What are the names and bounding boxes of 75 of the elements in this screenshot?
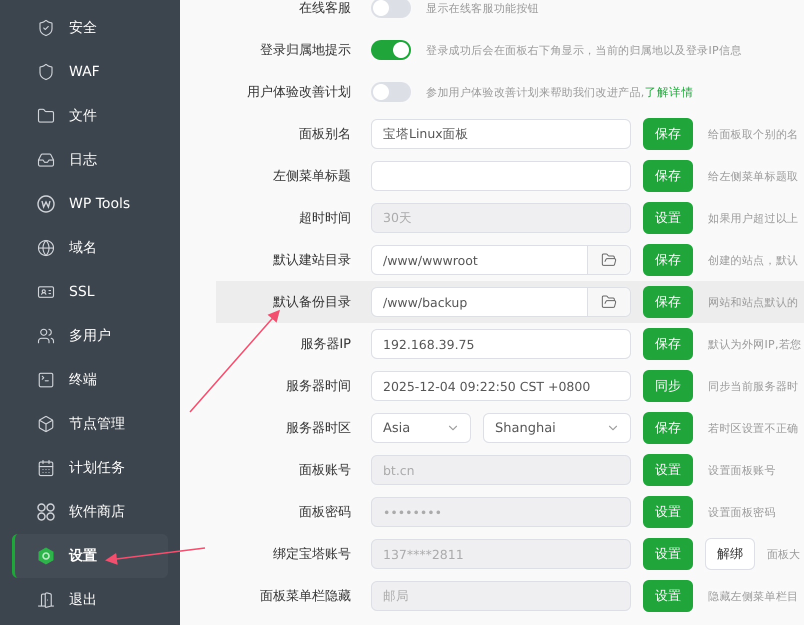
globe-icon — [37, 239, 55, 257]
setting-label: 左侧菜单标题 — [272, 168, 351, 185]
sidebar-item[interactable]: 设置 — [12, 534, 168, 578]
text-field[interactable]: 192.168.39.75 — [371, 329, 631, 359]
calendar-icon — [37, 459, 55, 477]
path-text: /www/wwwroot — [382, 252, 479, 270]
terminal-icon — [37, 371, 55, 389]
text-field[interactable] — [371, 161, 631, 191]
setting-label: 面板密码 — [298, 504, 351, 521]
setting-description: 若时区设置不正确 — [708, 420, 798, 436]
setting-description: 登录成功后会在面板右下角显示，当前的归属地以及登录IP信息 — [426, 42, 742, 58]
folder-icon — [601, 252, 617, 268]
id-card-icon — [37, 283, 55, 301]
sidebar-item[interactable]: 多用户 — [12, 314, 168, 358]
setting-description: 面板大 — [767, 546, 800, 562]
w-circle-icon — [37, 195, 55, 213]
text-field[interactable]: 2025-12-04 09:22:50 CST +0800 — [371, 371, 631, 401]
toggle-switch[interactable] — [371, 40, 411, 60]
path-text: /www/backup — [382, 294, 468, 312]
sidebar-item[interactable]: 退出 — [12, 578, 168, 622]
setting-label: 面板别名 — [298, 126, 351, 143]
sidebar-item[interactable]: 安全 — [12, 6, 168, 50]
sidebar-item[interactable]: 日志 — [12, 138, 168, 182]
setting-description: 设置面板账号 — [708, 462, 776, 478]
setting-description: 设置面板密码 — [708, 504, 776, 520]
setting-description: 网站和站点默认的 — [708, 294, 798, 310]
sidebar-item[interactable]: 节点管理 — [12, 402, 168, 446]
path-field[interactable]: /www/backup — [371, 287, 631, 317]
setting-description: 给左侧菜单标题取 — [708, 168, 798, 184]
shield-check-icon — [37, 19, 55, 37]
users-icon — [37, 327, 55, 345]
folder-picker-button[interactable] — [587, 246, 630, 274]
city-select[interactable]: Shanghai — [483, 413, 631, 443]
setting-description: 如果用户超过以上 — [708, 210, 798, 226]
door-icon — [37, 591, 55, 609]
sidebar-item[interactable]: 计划任务 — [12, 446, 168, 490]
setting-label: 服务器时间 — [285, 378, 351, 395]
shield-icon — [37, 63, 55, 81]
sidebar-item[interactable]: WP Tools — [12, 182, 168, 226]
folder-picker-button[interactable] — [587, 288, 630, 316]
folder-icon — [37, 107, 55, 125]
toggle-switch[interactable] — [371, 82, 411, 102]
setting-label: 登录归属地提示 — [259, 42, 351, 59]
sidebar-item[interactable]: 软件商店 — [12, 490, 168, 534]
setting-description: 显示在线客服功能按钮 — [426, 0, 539, 16]
sidebar-item[interactable]: SSL — [12, 270, 168, 314]
setting-description: 给面板取个别的名 — [708, 126, 798, 142]
text-field[interactable]: 宝塔Linux面板 — [371, 119, 631, 149]
setting-label: 在线客服 — [298, 0, 351, 17]
setting-label: 超时时间 — [298, 210, 351, 227]
setting-description: 参加用户体验改善计划来帮助我们改进产品,了解详情 — [426, 84, 694, 100]
setting-label: 面板菜单栏隐藏 — [259, 588, 351, 605]
setting-label: 服务器时区 — [285, 420, 351, 437]
toggle-switch[interactable] — [371, 0, 411, 18]
setting-label: 绑定宝塔账号 — [272, 546, 351, 563]
setting-label: 服务器IP — [299, 336, 351, 353]
setting-description: 同步当前服务器时 — [708, 378, 798, 394]
settings-icon — [37, 547, 55, 565]
region-select[interactable]: Asia — [371, 413, 471, 443]
folder-icon — [601, 294, 617, 310]
tray-icon — [37, 151, 55, 169]
setting-label: 面板账号 — [298, 462, 351, 479]
path-field[interactable]: /www/wwwroot — [371, 245, 631, 275]
setting-description: 默认为外网IP,若您 — [708, 336, 802, 352]
setting-description: 创建的站点，默认 — [708, 252, 798, 268]
setting-label: 默认备份目录 — [272, 294, 351, 311]
setting-label: 用户体验改善计划 — [246, 84, 351, 101]
sidebar-item[interactable]: 域名 — [12, 226, 168, 270]
sidebar-item[interactable]: 文件 — [12, 94, 168, 138]
setting-description: 隐藏左侧菜单栏目 — [708, 588, 798, 604]
setting-label: 默认建站目录 — [272, 252, 351, 269]
cube-icon — [37, 415, 55, 433]
sidebar-item[interactable]: 终端 — [12, 358, 168, 402]
grid-circles-icon — [37, 503, 55, 521]
sidebar-item[interactable]: WAF — [12, 50, 168, 94]
